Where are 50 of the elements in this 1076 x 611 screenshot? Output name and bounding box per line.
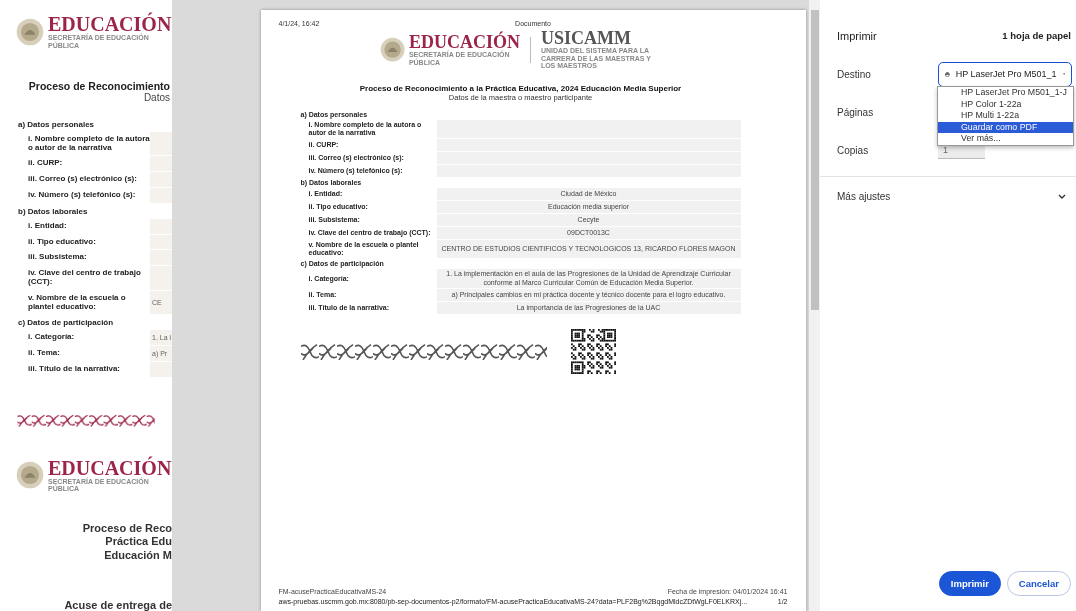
emblem-icon <box>380 36 406 63</box>
field-label: i. Entidad: <box>28 219 68 232</box>
field-label: iv. Clave del centro de trabajo (CCT): <box>28 267 142 288</box>
destination-select[interactable]: HP LaserJet Pro M501_1 <box>938 61 1072 87</box>
dropdown-option[interactable]: HP LaserJet Pro M501_1-J <box>938 87 1073 99</box>
print-button[interactable]: Imprimir <box>938 571 1001 596</box>
receipt-title: Acuse de entrega de <box>63 599 172 611</box>
section-heading: c) Datos de participación <box>18 317 115 330</box>
field-value <box>150 361 172 377</box>
setting-label: Páginas <box>837 106 875 118</box>
logo-title: EDUCACIÓN <box>408 32 520 51</box>
document-title-line: Educación M <box>103 549 172 563</box>
field-label: ii. Tema: <box>28 347 61 360</box>
dropdown-option[interactable]: Ver más... <box>938 133 1073 145</box>
field-value <box>150 218 172 234</box>
more-settings-toggle[interactable]: Más ajustes <box>837 177 1071 215</box>
panel-title: Imprimir <box>837 29 877 42</box>
field-label: v. Nombre de la escuela o plantel educativo: <box>28 291 127 313</box>
emblem-icon <box>16 461 44 490</box>
field-value <box>150 187 172 203</box>
document-title-line: Práctica Edu <box>104 535 172 550</box>
field-label: iii. Subsistema: <box>28 251 88 264</box>
sheet-count: 1 hoja de papel <box>1002 30 1071 41</box>
field-label: i. Categoría: <box>28 331 76 344</box>
document-subtitle: Datos <box>142 91 171 103</box>
cancel-button[interactable]: Cancelar <box>1006 571 1071 596</box>
field-label: iv. Número (s) telefónico (s): <box>28 188 137 201</box>
field-label: iii. Título de la narrativa: <box>28 362 122 375</box>
setting-label: Destino <box>837 68 872 80</box>
document-title: Proceso de Reconocimiento <box>27 79 171 92</box>
document-title-line: Proceso de Reco <box>81 521 172 536</box>
section-heading: a) Datos personales <box>18 118 96 131</box>
logo-title: EDUCACIÓN <box>48 14 172 34</box>
field-label: ii. Tipo educativo: <box>28 235 97 248</box>
logo-title: EDUCACIÓN <box>48 457 172 478</box>
field-value <box>150 234 172 250</box>
field-label: ii. CURP: <box>28 157 64 170</box>
section-heading: b) Datos laborales <box>18 205 89 218</box>
emblem-icon <box>16 17 44 46</box>
field-value <box>150 172 172 187</box>
field-label: i. Nombre completo de la autora o autor de la narrativa <box>28 132 150 154</box>
qr-code <box>570 329 616 375</box>
caret-icon <box>1062 72 1065 76</box>
logo-title: USICAMM <box>540 29 631 47</box>
setting-label: Copias <box>837 144 870 156</box>
document-title: Proceso de Reconocimiento a la Práctica Educativa, 2024 Educación Media Superior <box>358 84 683 94</box>
chevron-down-icon <box>1058 193 1066 199</box>
dropdown-option[interactable]: HP Multi 1-22a <box>938 110 1073 122</box>
field-label: iii. Correo (s) electrónico (s): <box>28 173 138 186</box>
scrollbar[interactable] <box>809 0 820 611</box>
